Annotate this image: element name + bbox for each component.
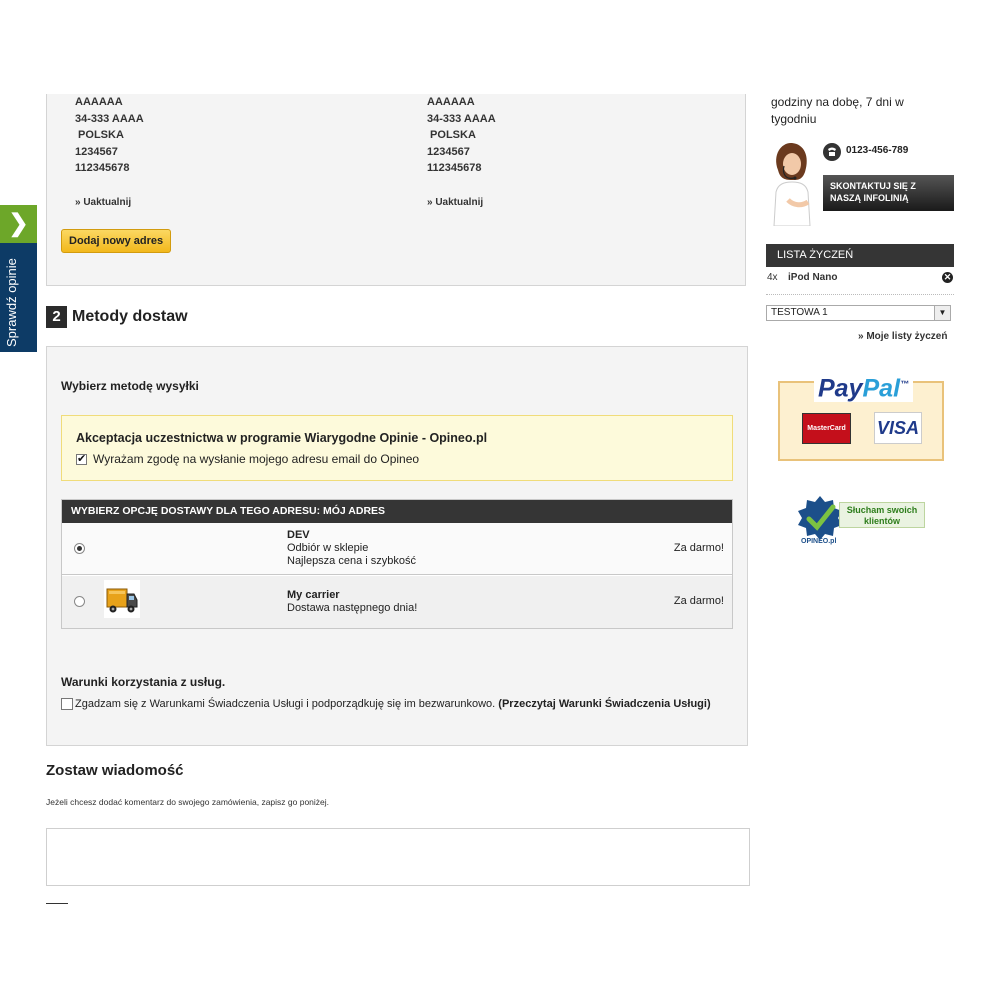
chevron-down-icon[interactable]: ▼ [934, 306, 950, 320]
contact-infoline-button[interactable]: SKONTAKTUJ SIĘ Z NASZĄ INFOLINIĄ [823, 175, 954, 211]
carrier-table-header: WYBIERZ OPCJĘ DOSTAWY DLA TEGO ADRESU: M… [62, 500, 732, 523]
address-line: 1234567 [427, 145, 470, 158]
opineo-consent-checkbox[interactable] [76, 452, 87, 465]
carrier-name: My carrier [287, 589, 340, 601]
carrier-description: Dostawa następnego dnia! [287, 602, 418, 614]
opineo-badge-text: Słucham swoich klientów [839, 502, 925, 528]
section-number: 2 [46, 306, 67, 328]
address-line: POLSKA [427, 129, 476, 141]
carrier-description: Najlepsza cena i szybkość [287, 555, 417, 567]
opineo-seal-icon [797, 495, 843, 541]
address-column: AAAAAA 34-333 AAAA POLSKA 1234567 112345… [427, 94, 496, 177]
update-address-link[interactable]: » Uaktualnij [427, 197, 483, 208]
phone-number: 0123-456-789 [846, 145, 909, 156]
terms-title: Warunki korzystania z usług. [61, 675, 226, 689]
carrier-table: WYBIERZ OPCJĘ DOSTAWY DLA TEGO ADRESU: M… [61, 499, 733, 629]
message-description: Jeżeli chcesz dodać komentarz do swojego… [46, 797, 330, 807]
choose-method-label: Wybierz metodę wysyłki [61, 379, 199, 393]
carrier-price: Za darmo! [673, 542, 724, 554]
opineo-badge[interactable]: Słucham swoich klientów OPINEO.pl [797, 495, 927, 550]
address-line: 112345678 [75, 162, 130, 174]
wishlist-header: LISTA ŻYCZEŃ [766, 244, 954, 267]
mastercard-logo: MasterCard [802, 413, 851, 444]
remove-icon[interactable]: ✕ [942, 272, 953, 283]
section-title: Metody dostaw [72, 308, 188, 325]
paypal-logo: PayPal™ [814, 370, 914, 403]
opineo-consent-box: Akceptacja uczestnictwa w programie Wiar… [61, 415, 733, 481]
delivery-methods-box: Wybierz metodę wysyłki Akceptacja uczest… [46, 346, 748, 746]
carrier-row-dev[interactable]: DEV Odbiór w sklepie Najlepsza cena i sz… [62, 523, 732, 575]
divider [46, 903, 68, 904]
support-hours: godziny na dobę, 7 dni w tygodniu [771, 95, 904, 126]
support-agent-image [768, 140, 816, 227]
carrier-info: DEV Odbiór w sklepie Najlepsza cena i sz… [287, 529, 416, 568]
phone-icon [823, 143, 841, 161]
opineo-brand-label: OPINEO.pl [801, 538, 837, 545]
address-column: AAAAAA 34-333 AAAA POLSKA 1234567 112345… [75, 94, 144, 177]
message-textarea[interactable] [46, 828, 750, 886]
opinie-tab[interactable]: ❯ Sprawdź opinie [0, 205, 37, 352]
address-line: 1234567 [75, 145, 118, 158]
opineo-consent-label: Wyrażam zgodę na wysłanie mojego adresu … [93, 452, 420, 466]
opineo-consent-row: Wyrażam zgodę na wysłanie mojego adresu … [76, 452, 419, 466]
message-title: Zostaw wiadomość [46, 762, 184, 779]
carrier-name: DEV [287, 529, 310, 541]
carrier-description: Odbiór w sklepie [287, 542, 369, 554]
paypal-badge: PayPal™ MasterCard VISA [778, 370, 944, 461]
address-line: AAAAAA [75, 96, 123, 108]
truck-icon [104, 580, 140, 618]
address-line: 34-333 AAAA [75, 112, 144, 125]
opinie-tab-label: Sprawdź opinie [4, 258, 19, 347]
carrier-radio[interactable] [74, 596, 85, 607]
carrier-price: Za darmo! [673, 595, 724, 607]
terms-link[interactable]: (Przeczytaj Warunki Świadczenia Usługi) [498, 698, 710, 710]
wishlist-item-qty: 4x [767, 272, 778, 283]
address-line: AAAAAA [427, 96, 475, 108]
divider [766, 294, 954, 295]
chevron-right-icon: ❯ [0, 205, 37, 243]
update-address-link[interactable]: » Uaktualnij [75, 197, 131, 208]
opineo-consent-title: Akceptacja uczestnictwa w programie Wiar… [76, 431, 488, 445]
address-line: POLSKA [75, 129, 124, 141]
carrier-row-my-carrier[interactable]: My carrier Dostawa następnego dnia! Za d… [62, 576, 732, 628]
wishlist-select[interactable]: TESTOWA 1 ▼ [766, 305, 951, 321]
address-box: AAAAAA 34-333 AAAA POLSKA 1234567 112345… [46, 94, 746, 286]
address-line: 112345678 [427, 162, 482, 174]
my-wishlists-link[interactable]: » Moje listy życzeń [858, 331, 947, 342]
carrier-info: My carrier Dostawa następnego dnia! [287, 589, 417, 615]
terms-label: Zgadzam się z Warunkami Świadczenia Usłu… [75, 698, 496, 710]
address-line: 34-333 AAAA [427, 112, 496, 125]
visa-logo: VISA [874, 412, 922, 444]
terms-checkbox[interactable] [61, 698, 73, 710]
wishlist-select-value: TESTOWA 1 [771, 307, 828, 318]
carrier-radio[interactable] [74, 543, 85, 554]
add-address-button[interactable]: Dodaj nowy adres [61, 229, 172, 253]
terms-row: Zgadzam się z Warunkami Świadczenia Usłu… [61, 698, 711, 710]
wishlist-item-name[interactable]: iPod Nano [788, 272, 837, 283]
